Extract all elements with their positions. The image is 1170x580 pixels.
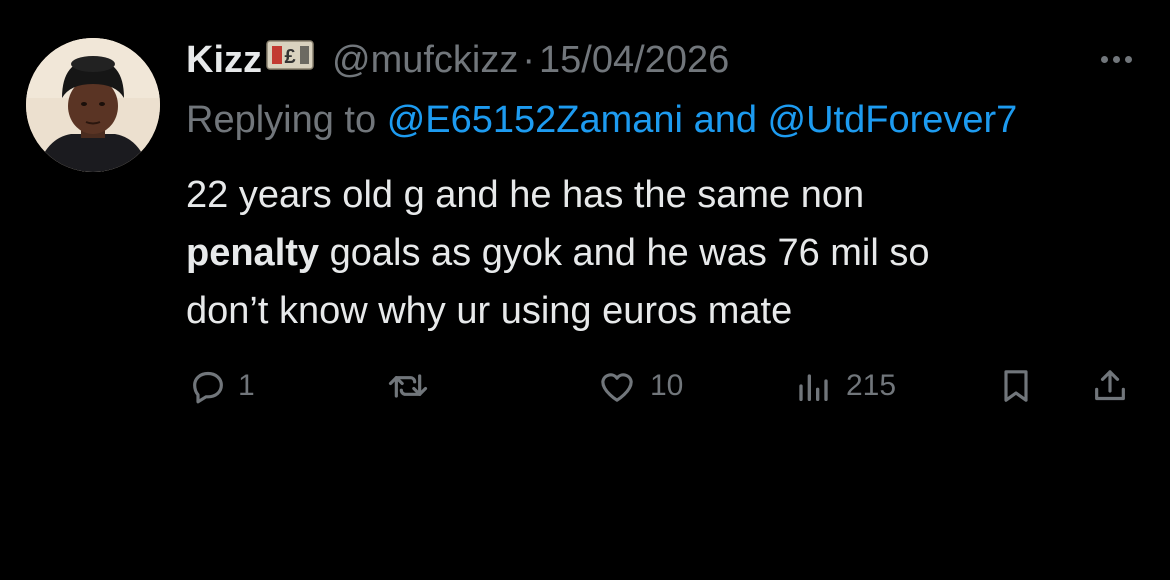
- display-name[interactable]: Kizz: [186, 39, 262, 82]
- handle[interactable]: @mufckizz: [332, 39, 518, 82]
- replying-to-label: Replying to: [186, 98, 377, 141]
- views-bar-icon: [792, 366, 836, 406]
- retweet-icon: [386, 366, 430, 406]
- reply-bubble-icon: [188, 366, 228, 406]
- reply-button[interactable]: 1: [188, 356, 255, 416]
- reply-count: 1: [238, 369, 255, 402]
- tweet-text: 22 years old g and he has the same non p…: [186, 166, 1146, 340]
- share-button[interactable]: [1088, 356, 1132, 416]
- tweet: Kizz £ @mufckizz · 15/04/2026 Replying t…: [0, 0, 1170, 580]
- mention-link-1[interactable]: @E65152Zamani: [387, 99, 683, 142]
- tweet-date[interactable]: 15/04/2026: [539, 39, 729, 82]
- more-dots-icon[interactable]: [1088, 44, 1144, 74]
- like-button[interactable]: 10: [594, 356, 683, 416]
- retweet-button[interactable]: [386, 356, 440, 416]
- heart-icon: [594, 366, 640, 406]
- share-icon: [1088, 366, 1132, 406]
- bold-word: penalty: [186, 232, 320, 274]
- bookmark-button[interactable]: [996, 356, 1036, 416]
- view-count: 215: [846, 369, 897, 402]
- replying-joiner: and: [693, 98, 757, 141]
- tweet-text-line-2-rest: goals as gyok and he was 76 mil so: [319, 232, 930, 274]
- avatar[interactable]: [26, 38, 160, 172]
- action-bar: 1 10 215: [0, 356, 1170, 416]
- views-button[interactable]: 215: [792, 356, 896, 416]
- replying-to: Replying to @E65152Zamani and @UtdForeve…: [186, 92, 1017, 148]
- tweet-text-line-2: penalty goals as gyok and he was 76 mil …: [186, 224, 1146, 282]
- bookmark-icon: [996, 366, 1036, 406]
- mention-link-2[interactable]: @UtdForever7: [768, 99, 1018, 142]
- tweet-header: Kizz £ @mufckizz · 15/04/2026: [186, 32, 729, 88]
- tweet-text-line-3: don’t know why ur using euros mate: [186, 290, 793, 332]
- svg-text:£: £: [284, 46, 295, 68]
- separator-dot: ·: [522, 38, 536, 81]
- like-count: 10: [650, 369, 684, 402]
- pound-banknote-icon: £: [266, 37, 314, 83]
- tweet-text-line-1: 22 years old g and he has the same non: [186, 174, 865, 216]
